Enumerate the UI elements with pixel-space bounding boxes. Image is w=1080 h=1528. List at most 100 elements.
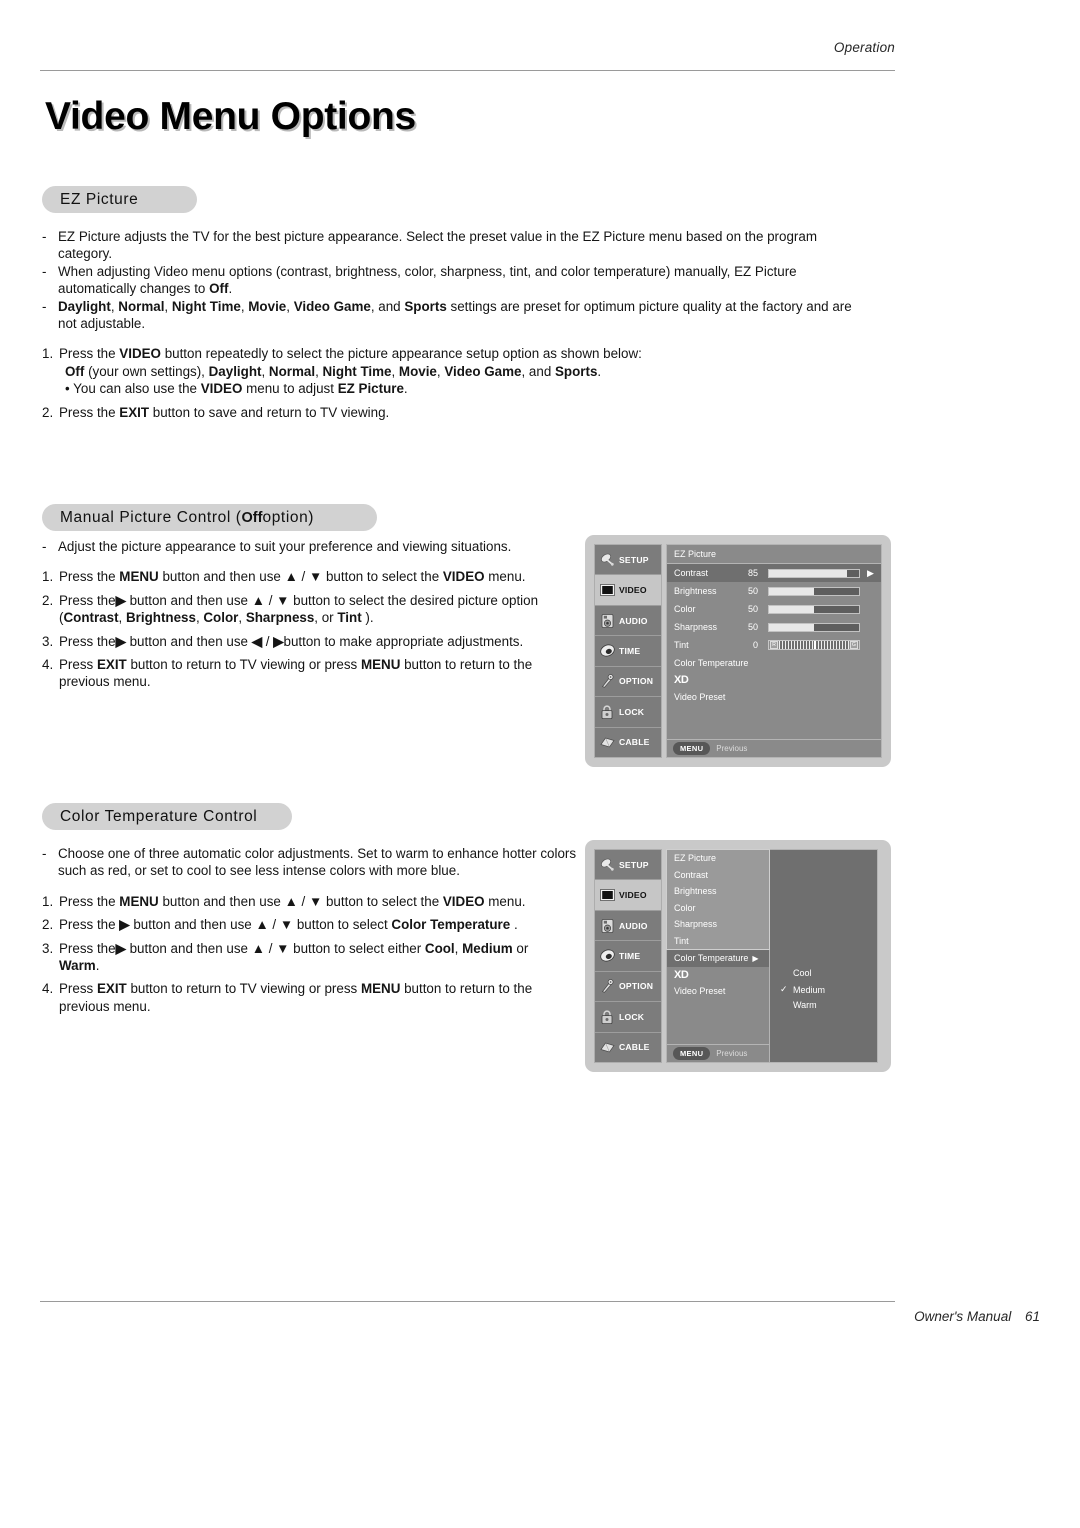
menu-button-chip[interactable]: MENU xyxy=(673,1047,711,1060)
emphasis-text: Normal xyxy=(118,298,165,314)
emphasis-text: VIDEO xyxy=(200,381,243,397)
osd-video-list[interactable]: EZ Picture Contrast Brightness Color Sharpne… xyxy=(666,849,770,1063)
body-text: . xyxy=(403,381,408,397)
previous-label: Previous xyxy=(716,744,748,753)
body-text: Press xyxy=(59,657,97,673)
osd-sidebar-item-video[interactable]: VIDEO xyxy=(595,575,661,606)
osd-sidebar-item-option[interactable]: OPTION xyxy=(595,667,661,698)
osd-row-color-temperature[interactable]: Color Temperature ▶ xyxy=(667,950,769,967)
osd-row-video-preset[interactable]: Video Preset xyxy=(667,688,881,705)
emphasis-text: ▶ xyxy=(115,633,126,649)
osd-sidebar[interactable]: SETUP VIDEO AUDIO TIME OPTION LOCK CABLE xyxy=(594,849,662,1063)
osd-row-label: Tint xyxy=(674,935,689,946)
osd-video-list[interactable]: EZ Picture Contrast 85 ▶ Brightness 50 Color 5… xyxy=(666,544,882,758)
osd-submenu-option-cool[interactable]: Cool xyxy=(780,968,812,978)
osd-slider-track[interactable] xyxy=(768,604,860,614)
emphasis-text: Movie xyxy=(398,363,437,379)
osd-sidebar-item-video[interactable]: VIDEO xyxy=(595,880,661,911)
step-line: Press the▶ button and then use ▲ / ▼ but… xyxy=(59,940,577,957)
emphasis-text: ▼ xyxy=(309,569,323,585)
osd-sidebar-item-setup[interactable]: SETUP xyxy=(595,545,661,576)
body-text: . xyxy=(228,281,233,297)
osd-slider-fill xyxy=(769,569,848,577)
osd-slider-track[interactable] xyxy=(768,622,860,632)
osd-row-color[interactable]: Color 50 xyxy=(667,600,881,618)
numbered-step: 3. Press the▶ button and then use ▲ / ▼ b… xyxy=(42,940,577,975)
body-text: , xyxy=(261,363,269,379)
osd-row-video-preset[interactable]: Video Preset xyxy=(667,983,769,1000)
emphasis-text: MENU xyxy=(119,893,159,909)
osd-sidebar-item-time[interactable]: TIME xyxy=(595,636,661,667)
osd-menu-items[interactable]: EZ Picture Contrast Brightness Color Sharpne… xyxy=(666,849,770,1000)
bullet-marker: - xyxy=(42,298,47,314)
step-text: Press the▶ button and then use ▲ / ▼ but… xyxy=(59,940,577,975)
osd-sidebar[interactable]: SETUP VIDEO AUDIO TIME OPTION LOCK CABLE xyxy=(594,544,662,758)
body-text: / xyxy=(262,633,274,649)
osd-slider-rows[interactable]: Contrast 85 ▶ Brightness 50 Color 50 Sharpness 5… xyxy=(667,564,881,705)
bullet-text: Daylight, Normal, Night Time, Movie, Vid… xyxy=(58,298,852,333)
body-text: . xyxy=(95,958,100,974)
section-pill-label: EZ Picture xyxy=(60,190,139,208)
xd-logo-icon: XD xyxy=(674,673,689,686)
osd-submenu-option-warm[interactable]: Warm xyxy=(780,1000,817,1010)
osd-sidebar-item-cable[interactable]: CABLE xyxy=(595,728,661,757)
osd-screenshot-video-menu: SETUP VIDEO AUDIO TIME OPTION LOCK CABLE EZ Pi… xyxy=(585,535,891,767)
osd-row-color-temperature[interactable]: Color Temperature xyxy=(667,654,881,671)
osd-submenu-option-medium[interactable]: ✓ Medium xyxy=(780,984,825,995)
osd-sidebar-label: TIME xyxy=(619,645,641,656)
satellite-dish-icon xyxy=(599,858,615,872)
body-text: • You can also use the xyxy=(65,381,201,397)
osd-row-sharpness[interactable]: Sharpness 50 xyxy=(667,618,881,636)
osd-sidebar-label: VIDEO xyxy=(619,585,647,596)
osd-row-color[interactable]: Color xyxy=(667,900,769,917)
osd-row-ez-picture[interactable]: EZ Picture xyxy=(667,850,769,867)
menu-button-chip[interactable]: MENU xyxy=(673,742,711,755)
body-text: Press the xyxy=(59,569,120,585)
osd-sidebar-item-lock[interactable]: LOCK xyxy=(595,697,661,728)
emphasis-text: MENU xyxy=(360,657,401,673)
osd-row-brightness[interactable]: Brightness xyxy=(667,883,769,900)
body-text: button to select the xyxy=(322,569,443,585)
osd-sidebar-item-time[interactable]: TIME xyxy=(595,941,661,972)
osd-row-tint[interactable]: Tint xyxy=(667,933,769,950)
cable-icon xyxy=(599,1040,615,1054)
emphasis-text: VIDEO xyxy=(119,346,161,362)
osd-tint-slider[interactable]: RG xyxy=(768,640,860,650)
osd-sidebar-item-lock[interactable]: LOCK xyxy=(595,1002,661,1033)
osd-row-label: Contrast xyxy=(674,568,709,578)
manual-picture-body: - Adjust the picture appearance to suit y… xyxy=(42,538,577,697)
osd-submenu-color-temperature[interactable]: Cool ✓ Medium Warm xyxy=(770,849,878,1063)
osd-slider-fill xyxy=(769,623,814,631)
emphasis-text: Daylight xyxy=(208,363,262,379)
osd-slider-track[interactable] xyxy=(768,586,860,596)
osd-sidebar-item-audio[interactable]: AUDIO xyxy=(595,911,661,942)
body-text: , xyxy=(286,298,294,314)
body-text: , xyxy=(454,940,463,956)
osd-sidebar-item-cable[interactable]: CABLE xyxy=(595,1033,661,1062)
osd-slider-track[interactable] xyxy=(768,568,860,578)
osd-row-sharpness[interactable]: Sharpness xyxy=(667,916,769,933)
osd-sidebar-item-setup[interactable]: SETUP xyxy=(595,850,661,881)
osd-sidebar-item-option[interactable]: OPTION xyxy=(595,972,661,1003)
body-text: Choose one of three automatic color adju… xyxy=(58,846,577,879)
osd-row-xd[interactable]: XD xyxy=(667,967,769,984)
osd-sidebar-item-audio[interactable]: AUDIO xyxy=(595,606,661,637)
osd-row-contrast[interactable]: Contrast xyxy=(667,867,769,884)
osd-row-brightness[interactable]: Brightness 50 xyxy=(667,582,881,600)
emphasis-text: Brightness xyxy=(125,610,196,626)
osd-items-group: EZ Picture Contrast Brightness Color Sharpne… xyxy=(666,849,770,950)
step-text: Press the ▶ button and then use ▲ / ▼ bu… xyxy=(59,916,577,933)
numbered-step: 3. Press the▶ button and then use ◀ / ▶bu… xyxy=(42,633,577,650)
tint-center-marker xyxy=(814,641,816,649)
osd-row-label: Brightness xyxy=(674,586,717,596)
emphasis-text: MENU xyxy=(119,569,159,585)
body-text: ). xyxy=(361,610,374,626)
emphasis-text: ◀ xyxy=(251,633,263,649)
osd-row-tint[interactable]: Tint 0 R G xyxy=(667,636,881,654)
osd-row-xd[interactable]: XD xyxy=(667,671,881,688)
osd-row-contrast[interactable]: Contrast 85 ▶ xyxy=(667,564,881,582)
running-head: Operation xyxy=(833,40,895,55)
body-text: button to return to TV viewing or press xyxy=(126,981,361,997)
